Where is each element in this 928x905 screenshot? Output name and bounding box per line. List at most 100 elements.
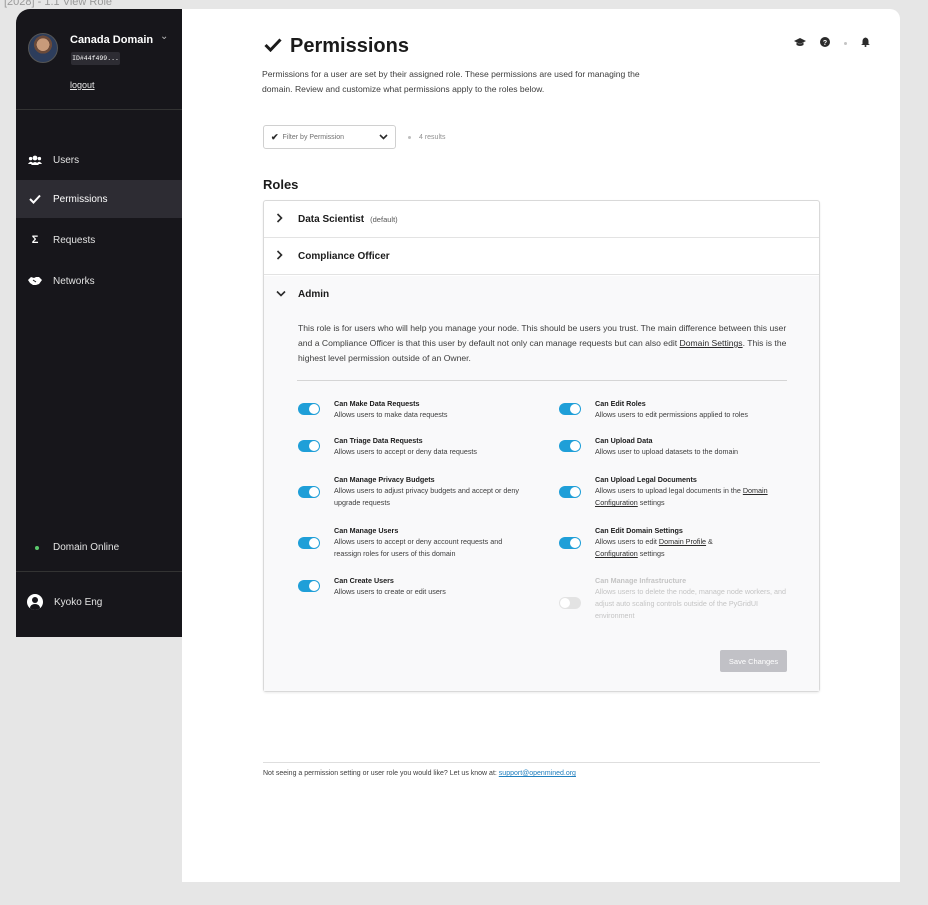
permission-can-upload-data: Can Upload Data Allows user to upload da…: [559, 436, 791, 458]
permission-can-triage-data-requests: Can Triage Data Requests Allows users to…: [298, 436, 530, 458]
permission-toggle[interactable]: [298, 486, 320, 498]
page-description: Permissions for a user are set by their …: [262, 69, 640, 94]
permission-desc: Allows users to edit permissions applied…: [595, 410, 749, 419]
profile-section: Canada Domain ⌄ ID#44f499... logout: [16, 9, 186, 110]
role-name: Data Scientist: [298, 213, 365, 225]
footer-note: Not seeing a permission setting or user …: [263, 770, 576, 777]
role-name: Compliance Officer: [298, 250, 390, 262]
permission-toggle[interactable]: [298, 580, 320, 592]
status-dot-icon: [35, 545, 39, 550]
domain-id-badge: ID#44f499...: [71, 52, 120, 65]
roles-heading: Roles: [263, 177, 299, 192]
roles-accordion: Data Scientist (default) Compliance Offi…: [263, 200, 820, 692]
sidebar-item-label: Requests: [53, 234, 96, 246]
sidebar-item-networks[interactable]: Networks: [16, 262, 186, 300]
role-panel-admin: Admin This role is for users who will he…: [264, 276, 819, 691]
permission-title: Can Manage Infrastructure: [595, 576, 687, 585]
permission-desc-text: &: [706, 537, 713, 546]
permission-can-manage-privacy-budgets: Can Manage Privacy Budgets Allows users …: [298, 475, 530, 509]
configuration-link[interactable]: Configuration: [595, 549, 638, 558]
divider: [297, 380, 787, 381]
permission-toggle[interactable]: [559, 440, 581, 452]
sidebar-item-permissions[interactable]: Permissions: [16, 180, 186, 218]
permission-desc: Allows user to upload datasets to the do…: [595, 447, 739, 456]
permission-title: Can Create Users: [334, 576, 394, 585]
role-row-data-scientist[interactable]: Data Scientist (default): [264, 201, 819, 238]
domain-settings-link[interactable]: Domain Settings: [680, 338, 743, 348]
sidebar-item-label: Networks: [53, 275, 95, 287]
logout-link[interactable]: logout: [70, 80, 95, 90]
permission-desc: Allows users to upload legal documents i…: [595, 485, 791, 509]
permission-desc: Allows users to make data requests: [334, 410, 448, 419]
permission-title: Can Manage Privacy Budgets: [334, 475, 435, 484]
permission-toggle[interactable]: [298, 440, 320, 452]
sidebar-item-requests[interactable]: Σ Requests: [16, 221, 186, 259]
role-name: Admin: [298, 288, 330, 300]
help-icon[interactable]: ?: [820, 37, 830, 50]
chevron-right-icon: [276, 212, 292, 226]
chevron-right-icon: [276, 249, 292, 263]
permission-title: Can Make Data Requests: [334, 399, 420, 408]
permission-toggle[interactable]: [559, 486, 581, 498]
save-changes-button[interactable]: Save Changes: [720, 650, 787, 672]
top-toolbar: ?: [794, 37, 870, 50]
permission-toggle[interactable]: [559, 597, 581, 609]
page-title-row: Permissions: [264, 35, 409, 58]
permission-desc: Allows users to delete the node, manage …: [595, 587, 786, 620]
permission-title: Can Edit Domain Settings: [595, 526, 683, 535]
domain-profile-link[interactable]: Domain Profile: [659, 537, 706, 546]
permission-desc-text: Allows users to upload legal documents i…: [595, 486, 743, 495]
permission-desc: Allows users to accept or deny account r…: [334, 537, 503, 558]
handshake-icon: [28, 274, 42, 288]
avatar[interactable]: [28, 33, 58, 63]
footer-divider: [263, 762, 820, 763]
main-content: ? Permissions Permissions for a user are…: [182, 9, 900, 882]
separator-dot-icon: [844, 42, 847, 45]
permission-desc: Allows users to create or edit users: [334, 587, 446, 596]
support-email-link[interactable]: support@openmined.org: [499, 770, 576, 777]
sigma-icon: Σ: [31, 234, 39, 246]
role-row-admin[interactable]: Admin: [276, 288, 329, 300]
sidebar-item-label: Permissions: [53, 193, 108, 205]
role-row-compliance-officer[interactable]: Compliance Officer: [264, 238, 819, 275]
role-default-tag: (default): [370, 214, 398, 224]
permission-can-make-data-requests: Can Make Data Requests Allows users to m…: [298, 399, 530, 421]
permission-title: Can Upload Data: [595, 436, 653, 445]
check-icon: [264, 36, 282, 58]
permission-toggle[interactable]: [298, 537, 320, 549]
permission-desc-text: Allows users to edit: [595, 537, 659, 546]
svg-text:?: ?: [823, 40, 827, 47]
user-icon: [27, 594, 43, 610]
permission-toggle[interactable]: [559, 403, 581, 415]
permission-can-manage-infrastructure: Can Manage Infrastructure Allows users t…: [559, 576, 791, 622]
user-name: Kyoko Eng: [54, 596, 103, 608]
permission-title: Can Triage Data Requests: [334, 436, 423, 445]
users-icon: [28, 153, 42, 167]
chevron-down-icon: [379, 132, 388, 142]
filter-row: ✔ Filter by Permission 4 results: [263, 125, 445, 149]
permission-toggle[interactable]: [559, 537, 581, 549]
admin-description: This role is for users who will help you…: [298, 321, 788, 366]
permission-can-edit-roles: Can Edit Roles Allows users to edit perm…: [559, 399, 791, 421]
results-count: 4 results: [419, 133, 446, 141]
permission-desc-text: settings: [637, 549, 665, 558]
permission-desc-text: settings: [637, 498, 665, 507]
permission-title: Can Manage Users: [334, 526, 399, 535]
permission-title: Can Edit Roles: [595, 399, 646, 408]
filter-placeholder: Filter by Permission: [282, 133, 345, 141]
current-user[interactable]: Kyoko Eng: [16, 587, 186, 617]
check-icon: ✔: [271, 131, 279, 142]
filter-by-permission-select[interactable]: ✔ Filter by Permission: [263, 125, 396, 149]
permission-desc: Allows users to accept or deny data requ…: [334, 447, 478, 456]
bell-icon[interactable]: [861, 37, 870, 50]
status-label: Domain Online: [53, 542, 120, 553]
sidebar-item-label: Users: [53, 154, 80, 166]
chevron-down-icon[interactable]: ⌄: [160, 31, 168, 42]
separator-dot-icon: [408, 135, 411, 139]
permission-can-manage-users: Can Manage Users Allows users to accept …: [298, 526, 530, 560]
sidebar-item-users[interactable]: Users: [16, 141, 186, 179]
sidebar: Canada Domain ⌄ ID#44f499... logout User…: [16, 9, 186, 637]
graduation-cap-icon[interactable]: [794, 37, 806, 50]
permission-desc: Allows users to adjust privacy budgets a…: [334, 486, 519, 507]
permission-toggle[interactable]: [298, 403, 320, 415]
